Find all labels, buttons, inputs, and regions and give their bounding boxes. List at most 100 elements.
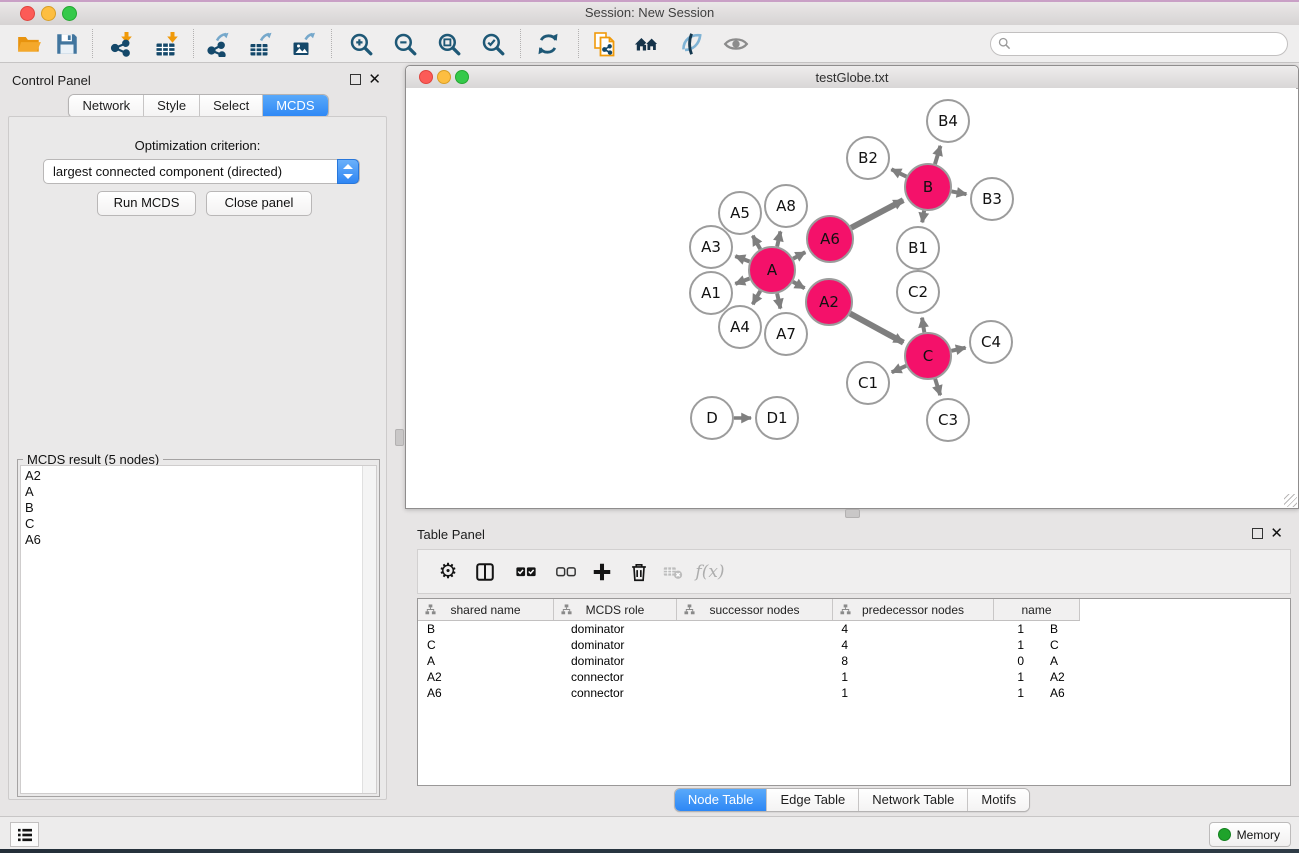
table-cell[interactable]: 8 (693, 653, 864, 669)
tab-network[interactable]: Network (69, 95, 144, 117)
table-cell[interactable]: C (418, 637, 562, 653)
table-row[interactable]: Adominator80A (418, 653, 1290, 669)
table-cell[interactable]: A (418, 653, 562, 669)
close-panel-icon[interactable]: ✕ (368, 75, 381, 84)
style-paint-icon[interactable] (677, 30, 705, 58)
table-cell[interactable]: dominator (562, 621, 693, 637)
table-cell[interactable]: C (1040, 637, 1135, 653)
edge-A-A5[interactable] (753, 236, 761, 249)
refresh-layout-icon[interactable] (534, 30, 562, 58)
table-cell[interactable]: 1 (864, 621, 1040, 637)
edge-A-A7[interactable] (777, 293, 780, 308)
edge-C-C4[interactable] (951, 348, 965, 351)
vertical-splitter-handle[interactable] (395, 429, 404, 446)
edge-A6-B[interactable] (851, 200, 903, 228)
edge-A-A8[interactable] (777, 231, 780, 246)
column-header-mcds-role[interactable]: MCDS role (554, 599, 677, 620)
deselect-all-icon[interactable] (552, 558, 580, 586)
column-header-predecessor-nodes[interactable]: predecessor nodes (833, 599, 994, 620)
add-column-icon[interactable] (588, 558, 616, 586)
zoom-in-icon[interactable] (347, 30, 375, 58)
edge-B-B4[interactable] (935, 146, 940, 164)
tab-select[interactable]: Select (200, 95, 263, 117)
edge-A-A3[interactable] (735, 256, 749, 261)
table-cell[interactable]: dominator (562, 653, 693, 669)
table-row[interactable]: A6connector11A6 (418, 685, 1290, 701)
table-cell[interactable]: 4 (693, 637, 864, 653)
run-mcds-button[interactable]: Run MCDS (97, 191, 196, 216)
table-cell[interactable]: 1 (693, 669, 864, 685)
tab-node-table[interactable]: Node Table (675, 789, 768, 811)
horizontal-splitter-handle[interactable] (845, 509, 860, 518)
edge-C-C3[interactable] (935, 379, 940, 395)
table-cell[interactable]: 1 (693, 685, 864, 701)
import-network-icon[interactable] (107, 30, 135, 58)
zoom-out-icon[interactable] (391, 30, 419, 58)
table-options-gear-icon[interactable]: ⚙ (434, 558, 462, 586)
edge-A-A1[interactable] (735, 278, 749, 283)
export-network-icon[interactable] (204, 30, 232, 58)
table-cell[interactable]: A2 (1040, 669, 1135, 685)
task-list-icon[interactable] (10, 822, 39, 847)
mcds-result-item[interactable]: C (25, 516, 376, 532)
edge-A-A2[interactable] (793, 282, 805, 289)
function-builder-icon[interactable]: f(x) (696, 558, 724, 586)
delete-table-icon[interactable] (659, 558, 687, 586)
table-cell[interactable]: 4 (693, 621, 864, 637)
window-titlebar[interactable]: Session: New Session (0, 0, 1299, 26)
table-cell[interactable]: connector (562, 685, 693, 701)
table-cell[interactable]: B (418, 621, 562, 637)
save-session-icon[interactable] (53, 30, 81, 58)
float-panel-icon[interactable] (350, 74, 361, 85)
table-cell[interactable]: A (1040, 653, 1135, 669)
column-header-shared-name[interactable]: shared name (418, 599, 554, 620)
edge-B-B2[interactable] (891, 169, 906, 176)
table-cell[interactable]: A6 (418, 685, 562, 701)
mcds-result-item[interactable]: A (25, 484, 376, 500)
criterion-dropdown[interactable]: largest connected component (directed) (43, 159, 360, 184)
table-cell[interactable]: B (1040, 621, 1135, 637)
table-row[interactable]: Cdominator41C (418, 637, 1290, 653)
table-cell[interactable]: A6 (1040, 685, 1135, 701)
table-row[interactable]: A2connector11A2 (418, 669, 1290, 685)
tab-motifs[interactable]: Motifs (968, 789, 1029, 811)
zoom-selected-icon[interactable] (479, 30, 507, 58)
edge-A-A6[interactable] (793, 252, 805, 258)
column-header-successor-nodes[interactable]: successor nodes (677, 599, 833, 620)
show-hide-eye-icon[interactable] (722, 30, 750, 58)
table-cell[interactable]: 1 (864, 685, 1040, 701)
edge-A-A4[interactable] (753, 291, 761, 304)
table-cell[interactable]: 1 (864, 669, 1040, 685)
column-header-name[interactable]: name (994, 599, 1080, 620)
select-all-icon[interactable] (512, 558, 540, 586)
tab-network-table[interactable]: Network Table (859, 789, 968, 811)
home-icon[interactable] (633, 30, 661, 58)
network-document-icon[interactable] (591, 30, 619, 58)
close-panel-icon[interactable]: ✕ (1270, 529, 1283, 538)
table-row[interactable]: Bdominator41B (418, 621, 1290, 637)
open-file-icon[interactable] (15, 30, 43, 58)
window-resize-grip[interactable] (1284, 494, 1297, 507)
table-cell[interactable]: A2 (418, 669, 562, 685)
tab-style[interactable]: Style (144, 95, 200, 117)
mcds-result-item[interactable]: B (25, 500, 376, 516)
export-image-icon[interactable] (290, 30, 318, 58)
mcds-result-item[interactable]: A2 (25, 468, 376, 484)
network-window-titlebar[interactable]: testGlobe.txt (406, 66, 1298, 89)
table-cell[interactable]: 1 (864, 637, 1040, 653)
list-scrollbar[interactable] (362, 466, 376, 793)
table-cell[interactable]: dominator (562, 637, 693, 653)
mcds-result-list[interactable]: A2ABCA6 (20, 465, 377, 794)
float-panel-icon[interactable] (1252, 528, 1263, 539)
zoom-fit-icon[interactable] (435, 30, 463, 58)
export-table-icon[interactable] (247, 30, 275, 58)
search-field[interactable] (990, 32, 1288, 56)
table-cell[interactable]: 0 (864, 653, 1040, 669)
edge-C-C2[interactable] (922, 318, 924, 333)
delete-columns-trash-icon[interactable] (625, 558, 653, 586)
mcds-result-item[interactable]: A6 (25, 532, 376, 548)
close-panel-button[interactable]: Close panel (206, 191, 312, 216)
edge-C-C1[interactable] (892, 366, 906, 372)
edge-B-B3[interactable] (952, 191, 967, 194)
table-cell[interactable]: connector (562, 669, 693, 685)
